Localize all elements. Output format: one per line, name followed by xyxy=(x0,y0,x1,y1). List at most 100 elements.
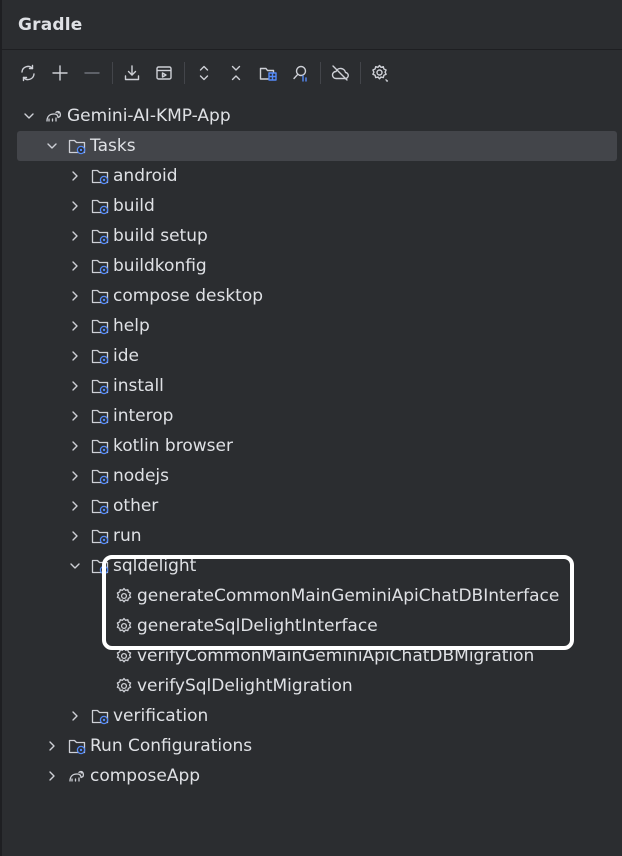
tree-node-tasks[interactable]: Tasks xyxy=(17,131,617,161)
remove-project-button[interactable] xyxy=(78,59,106,87)
analyze-dependencies-button[interactable] xyxy=(286,59,314,87)
tree-node-task-group[interactable]: kotlin browser xyxy=(0,431,622,461)
analyze-dependencies-icon xyxy=(293,65,307,82)
toolbar-separator xyxy=(112,62,113,84)
chevron-down-icon[interactable] xyxy=(68,559,82,573)
tree-node-compose-app[interactable]: composeApp xyxy=(0,761,622,791)
chevron-right-icon[interactable] xyxy=(68,199,82,213)
task-folder-icon xyxy=(90,286,110,306)
group-modules-button[interactable] xyxy=(254,59,282,87)
toolbar-separator xyxy=(184,62,185,84)
tree-node-run-configurations[interactable]: Run Configurations xyxy=(0,731,622,761)
tree-node-label: verification xyxy=(113,706,209,726)
gear-icon xyxy=(114,676,134,696)
chevron-right-icon[interactable] xyxy=(68,169,82,183)
task-folder-icon xyxy=(90,196,110,216)
gradle-elephant-icon xyxy=(67,766,87,786)
tree-node-label: compose desktop xyxy=(113,286,264,306)
chevron-right-icon[interactable] xyxy=(45,769,59,783)
chevron-right-icon[interactable] xyxy=(68,709,82,723)
tree-node-task[interactable]: generateSqlDelightInterface xyxy=(0,611,622,641)
tree-node-task-group[interactable]: nodejs xyxy=(0,461,622,491)
reload-button[interactable] xyxy=(14,59,42,87)
tree-node-label: kotlin browser xyxy=(113,436,233,456)
tree-node-label: composeApp xyxy=(90,766,201,786)
tree-node-label: ide xyxy=(113,346,139,366)
tree-node-task-group[interactable]: help xyxy=(0,311,622,341)
tree-node-task-group[interactable]: interop xyxy=(0,401,622,431)
chevron-right-icon[interactable] xyxy=(68,409,82,423)
download-sources-button[interactable] xyxy=(118,59,146,87)
tree-node-task-group[interactable]: run xyxy=(0,521,622,551)
group-modules-icon xyxy=(259,67,277,81)
chevron-right-icon[interactable] xyxy=(68,229,82,243)
tree-node-label: verifyCommonMainGeminiApiChatDBMigration xyxy=(137,646,535,666)
task-folder-icon xyxy=(90,496,110,516)
tree-node-task-group[interactable]: build setup xyxy=(0,221,622,251)
chevron-right-icon[interactable] xyxy=(45,739,59,753)
chevron-right-icon[interactable] xyxy=(68,439,82,453)
tree-node-task-group[interactable]: android xyxy=(0,161,622,191)
task-folder-icon xyxy=(90,226,110,246)
tree-node-project[interactable]: Gemini-AI-KMP-App xyxy=(0,101,622,131)
chevron-right-icon[interactable] xyxy=(68,529,82,543)
run-configuration-button[interactable] xyxy=(150,59,178,87)
tool-window-title: Gradle xyxy=(18,14,83,35)
gradle-settings-button[interactable] xyxy=(366,59,394,87)
task-folder-icon xyxy=(90,316,110,336)
chevron-right-icon[interactable] xyxy=(68,259,82,273)
chevron-down-icon[interactable] xyxy=(45,139,59,153)
minus-icon xyxy=(84,72,100,74)
settings-icon xyxy=(372,64,389,83)
tree-node-task-group[interactable]: compose desktop xyxy=(0,281,622,311)
gear-icon xyxy=(114,646,134,666)
task-folder-icon xyxy=(90,406,110,426)
task-folder-icon xyxy=(90,466,110,486)
tool-window-header: Gradle xyxy=(0,0,622,50)
tree-node-label: verifySqlDelightMigration xyxy=(137,676,353,696)
plus-icon xyxy=(52,65,68,81)
offline-mode-button[interactable] xyxy=(326,59,354,87)
tree-node-task-group[interactable]: other xyxy=(0,491,622,521)
tree-node-label: build xyxy=(113,196,155,216)
task-folder-icon xyxy=(90,256,110,276)
chevron-right-icon[interactable] xyxy=(68,499,82,513)
tree-node-verification[interactable]: verification xyxy=(0,701,622,731)
tree-node-task-group[interactable]: build xyxy=(0,191,622,221)
tree-node-label: interop xyxy=(113,406,174,426)
collapse-all-button[interactable] xyxy=(222,59,250,87)
tree-node-label: android xyxy=(113,166,178,186)
chevron-right-icon[interactable] xyxy=(68,349,82,363)
tree-node-task[interactable]: verifySqlDelightMigration xyxy=(0,671,622,701)
task-folder-icon xyxy=(90,346,110,366)
toolbar-separator xyxy=(320,62,321,84)
task-folder-icon xyxy=(90,166,110,186)
task-folder-icon xyxy=(90,376,110,396)
expand-all-button[interactable] xyxy=(190,59,218,87)
tree-node-task[interactable]: generateCommonMainGeminiApiChatDBInterfa… xyxy=(0,581,622,611)
tree-node-task[interactable]: verifyCommonMainGeminiApiChatDBMigration xyxy=(0,641,622,671)
tree-node-label: build setup xyxy=(113,226,208,246)
gradle-toolbar xyxy=(0,51,622,95)
task-folder-icon xyxy=(90,706,110,726)
chevron-right-icon[interactable] xyxy=(68,379,82,393)
tree-node-label: other xyxy=(113,496,159,516)
chevron-right-icon[interactable] xyxy=(68,469,82,483)
offline-mode-icon xyxy=(331,65,349,81)
chevron-down-icon[interactable] xyxy=(22,109,36,123)
tree-node-label: install xyxy=(113,376,164,396)
tree-node-task-group[interactable]: install xyxy=(0,371,622,401)
gear-icon xyxy=(114,616,134,636)
tree-node-task-group[interactable]: ide xyxy=(0,341,622,371)
add-project-button[interactable] xyxy=(46,59,74,87)
tree-node-sqldelight[interactable]: sqldelight xyxy=(0,551,622,581)
chevron-right-icon[interactable] xyxy=(68,289,82,303)
task-folder-icon xyxy=(67,136,87,156)
tree-node-label: Run Configurations xyxy=(90,736,253,756)
tree-node-label: nodejs xyxy=(113,466,170,486)
chevron-right-icon[interactable] xyxy=(68,319,82,333)
tree-node-task-group[interactable]: buildkonfig xyxy=(0,251,622,281)
